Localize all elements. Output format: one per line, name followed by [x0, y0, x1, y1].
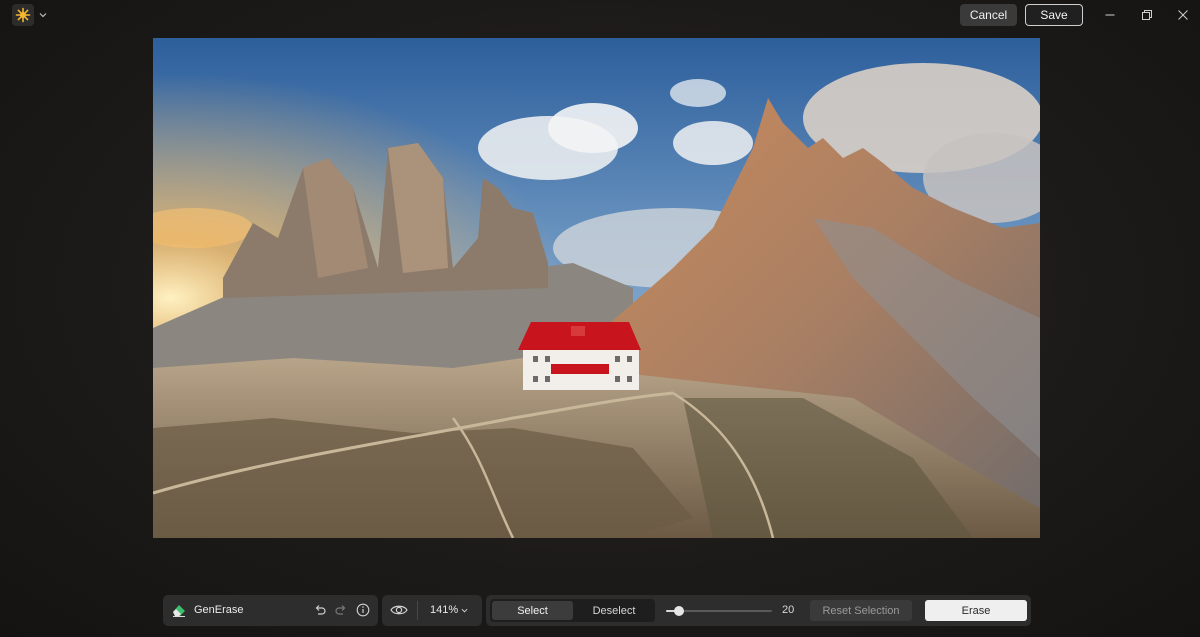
zoom-dropdown[interactable]: 141% — [430, 604, 468, 616]
close-icon[interactable] — [1174, 6, 1192, 24]
chevron-down-icon — [39, 13, 47, 18]
app-menu-button[interactable] — [12, 4, 50, 26]
restore-icon[interactable] — [1138, 6, 1156, 24]
view-panel: 141% — [382, 595, 482, 626]
erase-button[interactable]: Erase — [925, 600, 1027, 621]
brush-size-slider[interactable] — [666, 605, 772, 617]
title-bar: Cancel Save — [0, 0, 1200, 30]
cancel-button[interactable]: Cancel — [960, 4, 1017, 26]
zoom-level: 141% — [430, 604, 459, 616]
select-button[interactable]: Select — [492, 601, 573, 620]
divider — [417, 601, 418, 620]
tool-panel: GenErase — [163, 595, 378, 626]
chevron-down-icon — [461, 608, 468, 613]
brush-size-value: 20 — [782, 604, 795, 616]
select-mode-toggle: Select Deselect — [490, 599, 655, 622]
eraser-icon — [171, 602, 187, 618]
undo-icon[interactable] — [312, 602, 328, 618]
info-icon[interactable] — [355, 602, 371, 618]
eye-icon[interactable] — [390, 602, 408, 618]
slider-thumb[interactable] — [674, 606, 684, 616]
redo-icon[interactable] — [333, 602, 349, 618]
save-button[interactable]: Save — [1025, 4, 1083, 26]
mountain-hut-photo — [153, 38, 1040, 538]
reset-selection-button[interactable]: Reset Selection — [810, 600, 912, 621]
minimize-icon[interactable] — [1101, 6, 1119, 24]
selection-panel: Select Deselect 20 Reset Selection Erase — [486, 595, 1031, 626]
photo-canvas[interactable] — [153, 38, 1040, 538]
tool-name-label: GenErase — [194, 604, 244, 616]
sun-logo-icon — [12, 4, 34, 26]
deselect-button[interactable]: Deselect — [575, 601, 653, 620]
